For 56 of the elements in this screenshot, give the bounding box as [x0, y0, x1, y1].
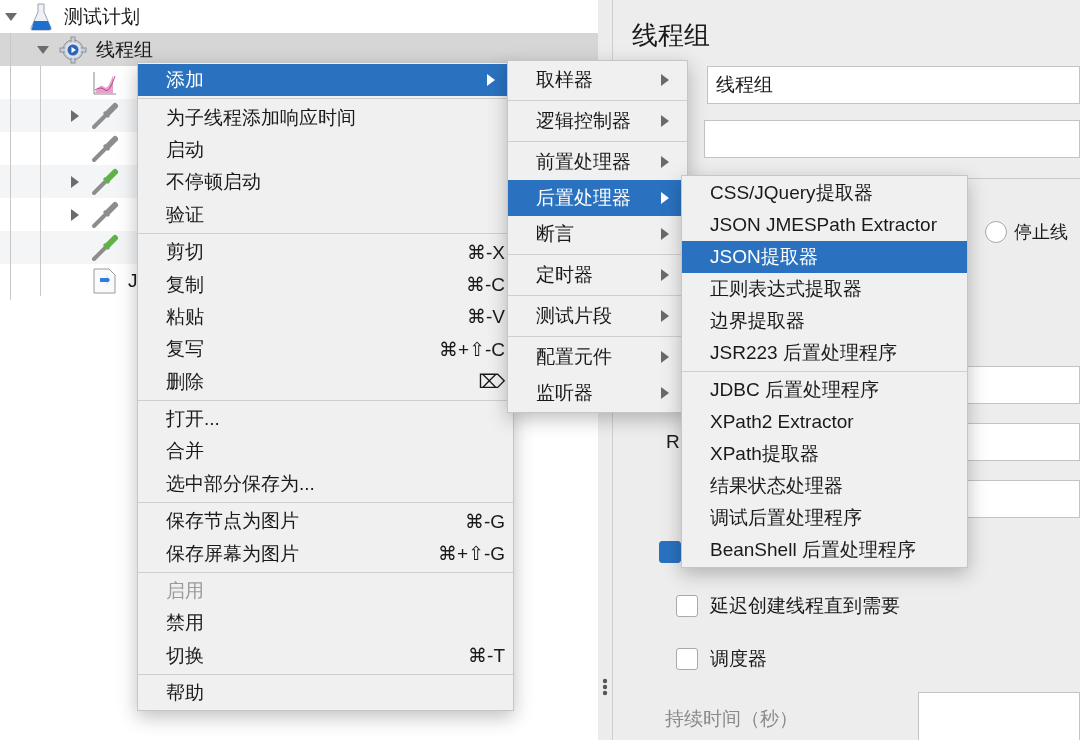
duration-field[interactable]	[918, 692, 1080, 740]
menu-item[interactable]: JDBC 后置处理程序	[682, 374, 967, 406]
comment-field[interactable]	[704, 120, 1080, 158]
dropper-icon	[91, 167, 119, 196]
splitter-grip-icon[interactable]	[602, 678, 608, 696]
menu-item[interactable]: 合并	[138, 435, 513, 468]
expander-icon[interactable]	[71, 208, 79, 221]
menu-item[interactable]: JSON提取器	[682, 241, 967, 273]
expander-icon[interactable]	[71, 109, 79, 122]
menu-item[interactable]: 切换 ⌘-T	[138, 639, 513, 673]
name-field[interactable]: 线程组	[707, 66, 1080, 104]
menu-item[interactable]: XPath2 Extractor	[682, 406, 967, 438]
shortcut-label: ⌘+⇧-G	[437, 542, 505, 566]
radio-label: 停止线	[1014, 221, 1068, 244]
field-label: R	[666, 431, 681, 453]
shortcut-label: ⌘-X	[467, 240, 505, 264]
menu-item[interactable]: 结果状态处理器	[682, 470, 967, 502]
gear-icon	[59, 35, 87, 64]
dropper-icon	[91, 233, 119, 262]
menu-item[interactable]: JSR223 后置处理程序	[682, 337, 967, 369]
shortcut-label: ⌘-V	[467, 305, 505, 329]
shortcut-label: ⌘+⇧-C	[438, 337, 505, 361]
tree-label: 测试计划	[64, 4, 140, 29]
shortcut-label: ⌦	[478, 370, 505, 394]
shortcut-label: ⌘-G	[464, 509, 505, 533]
panel-title: 线程组	[632, 19, 711, 52]
chart-icon	[92, 69, 118, 96]
dropper-icon	[91, 134, 119, 163]
shortcut-label: ⌘-T	[468, 644, 505, 668]
menu-item[interactable]: 逻辑控制器	[508, 103, 687, 139]
checkbox-label: 调度器	[710, 647, 767, 671]
menu-item[interactable]: 帮助	[138, 677, 513, 710]
field-label: 持续时间（秒）	[665, 707, 798, 731]
expander-icon[interactable]	[71, 175, 79, 188]
checkbox[interactable]	[676, 595, 698, 617]
checkbox-label: 延迟创建线程直到需要	[710, 594, 900, 618]
tree-label: 线程组	[96, 37, 153, 62]
menu-item[interactable]: 保存节点为图片 ⌘-G	[138, 505, 513, 538]
checkbox[interactable]	[676, 648, 698, 670]
menu-item[interactable]: 前置处理器	[508, 144, 687, 180]
menu-item[interactable]: BeanShell 后置处理程序	[682, 534, 967, 566]
menu-item[interactable]: 保存屏幕为图片 ⌘+⇧-G	[138, 537, 513, 570]
tree-label: J	[128, 269, 138, 292]
menu-item[interactable]: XPath提取器	[682, 438, 967, 470]
dropper-icon	[91, 101, 119, 130]
menu-item[interactable]: 调试后置处理程序	[682, 502, 967, 534]
flask-icon	[30, 2, 52, 31]
menu-item[interactable]: 打开...	[138, 402, 513, 436]
expander-icon[interactable]	[37, 45, 49, 54]
dropper-icon	[91, 200, 119, 229]
menu-item[interactable]: 选中部分保存为...	[138, 467, 513, 501]
shortcut-label: ⌘-C	[465, 273, 505, 297]
checkbox[interactable]	[659, 541, 681, 563]
menu-item[interactable]: 禁用	[138, 607, 513, 640]
radio-button[interactable]	[985, 221, 1007, 243]
expander-icon[interactable]	[5, 12, 17, 21]
